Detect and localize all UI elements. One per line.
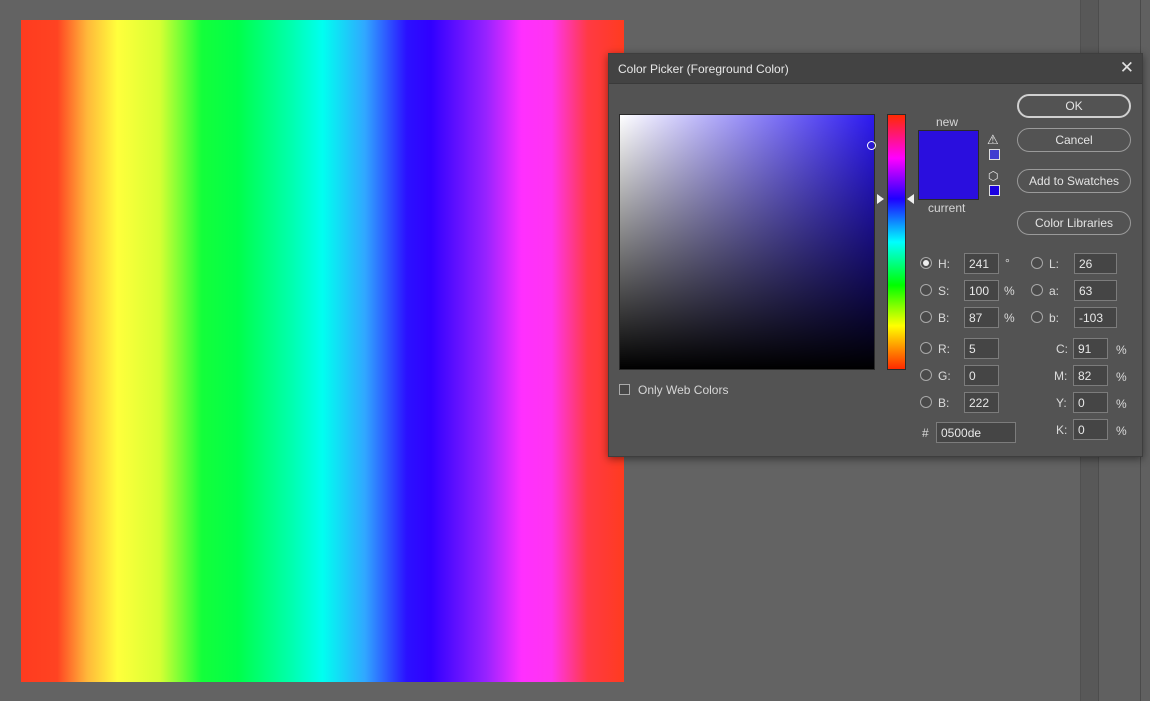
lab-a-input[interactable]: [1074, 280, 1117, 301]
red-input[interactable]: [964, 338, 999, 359]
radio-lightness[interactable]: [1031, 257, 1043, 269]
green-label: G:: [938, 369, 951, 383]
saturation-input[interactable]: [964, 280, 999, 301]
add-to-swatches-button[interactable]: Add to Swatches: [1017, 169, 1131, 193]
cyan-input[interactable]: [1073, 338, 1108, 359]
lab-l-input[interactable]: [1074, 253, 1117, 274]
hue-slider[interactable]: [887, 114, 906, 370]
dialog-titlebar[interactable]: Color Picker (Foreground Color) ✕: [609, 54, 1142, 84]
saturation-label: S:: [938, 284, 950, 298]
hex-label: #: [922, 426, 929, 440]
lab-b-input[interactable]: [1074, 307, 1117, 328]
yellow-unit: %: [1116, 397, 1127, 411]
hue-unit: °: [1005, 256, 1010, 270]
cube-icon[interactable]: ⬡: [988, 169, 998, 183]
radio-lab-a[interactable]: [1031, 284, 1043, 296]
hue-input[interactable]: [964, 253, 999, 274]
green-input[interactable]: [964, 365, 999, 386]
black-input[interactable]: [1073, 419, 1108, 440]
cancel-button[interactable]: Cancel: [1017, 128, 1131, 152]
radio-saturation[interactable]: [920, 284, 932, 296]
hue-label: H:: [938, 257, 950, 271]
radio-red[interactable]: [920, 342, 932, 354]
color-picker-dialog: Color Picker (Foreground Color) ✕ new cu…: [608, 53, 1143, 457]
document-canvas[interactable]: [21, 20, 624, 682]
brightness-unit: %: [1004, 311, 1015, 325]
magenta-unit: %: [1116, 370, 1127, 384]
current-color-swatch[interactable]: [918, 166, 979, 200]
cyan-label: C:: [1056, 342, 1068, 356]
gamut-warning-swatch[interactable]: [989, 149, 1000, 160]
radio-brightness[interactable]: [920, 311, 932, 323]
color-field-cursor[interactable]: [867, 141, 876, 150]
warning-triangle-icon[interactable]: ⚠: [987, 132, 999, 148]
black-label: K:: [1056, 423, 1068, 437]
web-safe-swatch[interactable]: [989, 185, 1000, 196]
radio-hue[interactable]: [920, 257, 932, 269]
close-icon[interactable]: ✕: [1120, 59, 1134, 77]
new-color-swatch: [918, 130, 979, 166]
cyan-unit: %: [1116, 343, 1127, 357]
only-web-colors-checkbox[interactable]: [619, 384, 630, 395]
red-label: R:: [938, 342, 950, 356]
hue-slider-handle-right[interactable]: [907, 194, 914, 204]
color-libraries-button[interactable]: Color Libraries: [1017, 211, 1131, 235]
dialog-title: Color Picker (Foreground Color): [618, 62, 789, 76]
ok-button[interactable]: OK: [1017, 94, 1131, 118]
current-color-label: current: [928, 201, 966, 215]
lab-l-label: L:: [1049, 257, 1060, 271]
yellow-label: Y:: [1056, 396, 1067, 410]
only-web-colors-label: Only Web Colors: [638, 383, 729, 397]
lab-b-label: b:: [1049, 311, 1060, 325]
black-unit: %: [1116, 424, 1127, 438]
saturation-brightness-field[interactable]: [619, 114, 875, 370]
hex-input[interactable]: [936, 422, 1016, 443]
lab-a-label: a:: [1049, 284, 1060, 298]
brightness-label: B:: [938, 311, 950, 325]
radio-green[interactable]: [920, 369, 932, 381]
magenta-label: M:: [1054, 369, 1068, 383]
new-color-label: new: [936, 115, 959, 129]
saturation-unit: %: [1004, 284, 1015, 298]
blue-label: B:: [938, 396, 950, 410]
brightness-input[interactable]: [964, 307, 999, 328]
radio-lab-b[interactable]: [1031, 311, 1043, 323]
yellow-input[interactable]: [1073, 392, 1108, 413]
radio-blue[interactable]: [920, 396, 932, 408]
blue-input[interactable]: [964, 392, 999, 413]
magenta-input[interactable]: [1073, 365, 1108, 386]
hue-slider-handle-left[interactable]: [877, 194, 884, 204]
